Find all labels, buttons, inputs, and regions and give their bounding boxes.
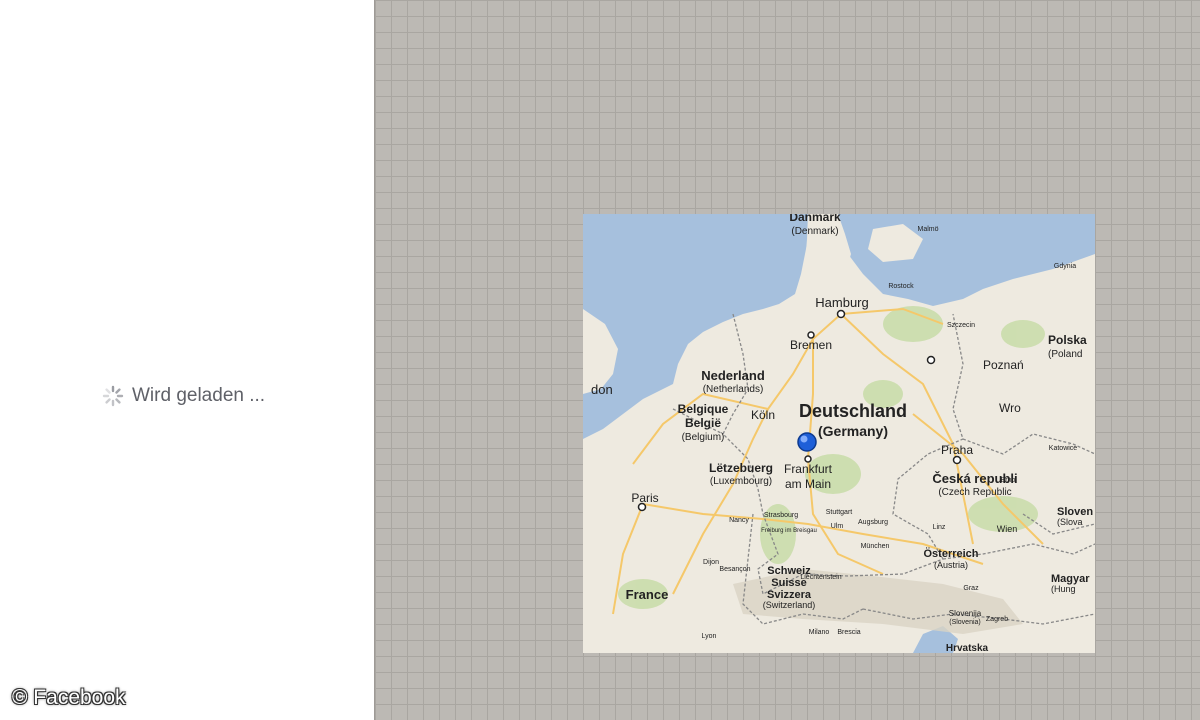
label-brescia: Brescia xyxy=(837,629,860,636)
label-croatia: Hrvatska xyxy=(946,643,989,653)
label-graz: Graz xyxy=(963,585,979,592)
label-rostock: Rostock xyxy=(888,283,914,290)
label-belgium-fr: Belgique xyxy=(678,402,729,416)
label-stuttgart: Stuttgart xyxy=(826,509,853,516)
label-france: France xyxy=(626,587,669,602)
label-linz: Linz xyxy=(933,524,946,531)
label-netherlands-en: (Netherlands) xyxy=(703,384,764,395)
label-germany: Deutschland xyxy=(799,401,907,421)
label-denmark-en: (Denmark) xyxy=(791,226,838,237)
label-frankfurt-2: am Main xyxy=(785,477,831,491)
label-slovakia-en: (Slova xyxy=(1057,517,1083,527)
label-paris: Paris xyxy=(631,491,658,505)
label-zagreb: Zagreb xyxy=(986,616,1008,623)
label-malmo: Malmö xyxy=(917,226,938,233)
label-bremen: Bremen xyxy=(790,338,832,352)
label-koeln: Köln xyxy=(751,408,775,422)
loading-indicator: Wird geladen ... xyxy=(102,385,265,407)
image-credit: © Facebook xyxy=(12,686,126,709)
label-liechtenstein: Liechtenstein xyxy=(800,574,841,581)
label-switzerland-en: (Switzerland) xyxy=(763,600,816,610)
label-belgium-nl: België xyxy=(685,416,721,430)
label-katowice: Katowice xyxy=(1049,445,1078,452)
label-poland-en: (Poland xyxy=(1048,349,1082,360)
label-luxembourg: Lëtzebuerg xyxy=(709,461,773,475)
label-nancy: Nancy xyxy=(729,517,749,524)
label-netherlands: Nederland xyxy=(701,368,765,383)
label-muenchen: München xyxy=(861,543,890,550)
label-augsburg: Augsburg xyxy=(858,519,888,526)
label-praha: Praha xyxy=(941,443,973,457)
label-austria: Österreich xyxy=(923,547,978,560)
label-wien: Wien xyxy=(997,524,1018,534)
label-slovenia-en: (Slovenia) xyxy=(949,619,981,626)
label-luxembourg-en: (Luxembourg) xyxy=(710,476,772,487)
label-besancon: Besançon xyxy=(719,566,750,573)
label-frankfurt-1: Frankfurt xyxy=(784,462,833,476)
label-poznan: Poznań xyxy=(983,358,1024,372)
label-belgium-en: (Belgium) xyxy=(682,432,725,443)
label-szczecin: Szczecin xyxy=(947,322,975,329)
label-london-part: don xyxy=(591,382,613,397)
map-image[interactable]: Danmark (Denmark) Nederland (Netherlands… xyxy=(583,214,1095,653)
label-brno: Brno xyxy=(1001,477,1016,484)
label-germany-en: (Germany) xyxy=(818,423,888,439)
spinner-icon xyxy=(102,385,124,407)
label-austria-en: (Austria) xyxy=(934,560,968,570)
label-gdynia: Gdynia xyxy=(1054,263,1076,270)
label-lyon: Lyon xyxy=(702,633,717,640)
label-ulm: Ulm xyxy=(831,523,844,530)
location-marker[interactable] xyxy=(797,432,817,452)
label-slovenia: Slovenija xyxy=(949,609,982,618)
left-panel: Wird geladen ... xyxy=(0,0,374,720)
loading-text: Wird geladen ... xyxy=(132,385,266,406)
label-wroclaw: Wro xyxy=(999,401,1021,415)
label-milano: Milano xyxy=(809,629,830,636)
label-strasbourg: Strasbourg xyxy=(764,512,798,519)
map-tile[interactable]: Danmark (Denmark) Nederland (Netherlands… xyxy=(583,214,1095,653)
label-poland: Polska xyxy=(1048,333,1087,347)
label-hungary-en: (Hung xyxy=(1051,584,1076,594)
label-freiburg: Freiburg im Breisgau xyxy=(761,528,817,534)
label-hamburg: Hamburg xyxy=(815,295,868,310)
label-denmark: Danmark xyxy=(789,214,841,224)
label-dijon: Dijon xyxy=(703,559,719,566)
label-czech-en: (Czech Republic xyxy=(938,487,1011,498)
